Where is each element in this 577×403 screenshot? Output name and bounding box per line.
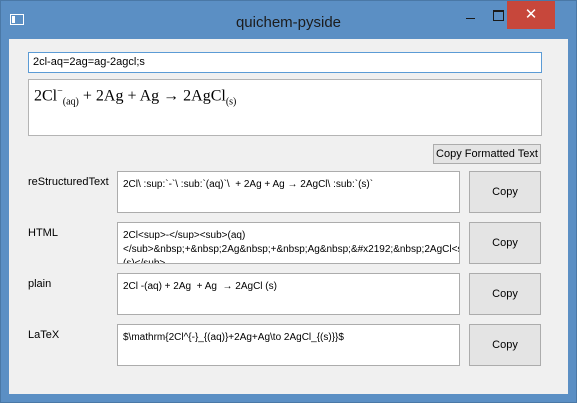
close-icon: ✕ [524,6,538,23]
preview-state-aq: (aq) [62,96,79,108]
title-bar[interactable]: quichem-pyside ✕ [1,1,576,39]
minimize-button[interactable] [456,1,484,29]
minimize-icon [465,18,475,20]
main-panel: 2cl-aq=2ag=ag-2agcl;s 2Cl−(aq) + 2Ag + A… [9,39,568,394]
html-output[interactable]: 2Cl<sup>-</sup><sub>(aq)</sub>&nbsp;+&nb… [117,222,460,264]
preview-charge: − [57,86,63,97]
preview-middle: + 2Ag + Ag → 2AgCl [78,87,226,105]
formatted-preview: 2Cl−(aq) + 2Ag + Ag → 2AgCl(s) [28,79,542,136]
restructuredtext-output[interactable]: 2Cl\ :sup:`-`\ :sub:`(aq)`\ + 2Ag + Ag →… [117,171,460,213]
preview-state-s: (s) [225,96,237,108]
copy-html-button[interactable]: Copy [469,222,541,264]
label-restructuredtext: reStructuredText [28,176,109,188]
copy-restructuredtext-button[interactable]: Copy [469,171,541,213]
copy-formatted-text-button[interactable]: Copy Formatted Text [433,144,541,164]
maximize-icon [492,10,504,22]
preview-lead: 2Cl [34,87,58,105]
copy-latex-button[interactable]: Copy [469,324,541,366]
label-latex: LaTeX [28,329,60,341]
label-plain: plain [28,278,52,290]
copy-plain-button[interactable]: Copy [469,273,541,315]
latex-output[interactable]: $\mathrm{2Cl^{-}_{(aq)}+2Ag+Ag\to 2AgCl_… [117,324,460,366]
close-button[interactable]: ✕ [507,1,555,29]
app-window: quichem-pyside ✕ 2cl-aq=2ag=ag-2agcl;s 2… [0,0,577,403]
formula-input[interactable]: 2cl-aq=2ag=ag-2agcl;s [28,52,542,73]
label-html: HTML [28,227,58,239]
plain-output[interactable]: 2Cl -(aq) + 2Ag + Ag → 2AgCl (s) [117,273,460,315]
